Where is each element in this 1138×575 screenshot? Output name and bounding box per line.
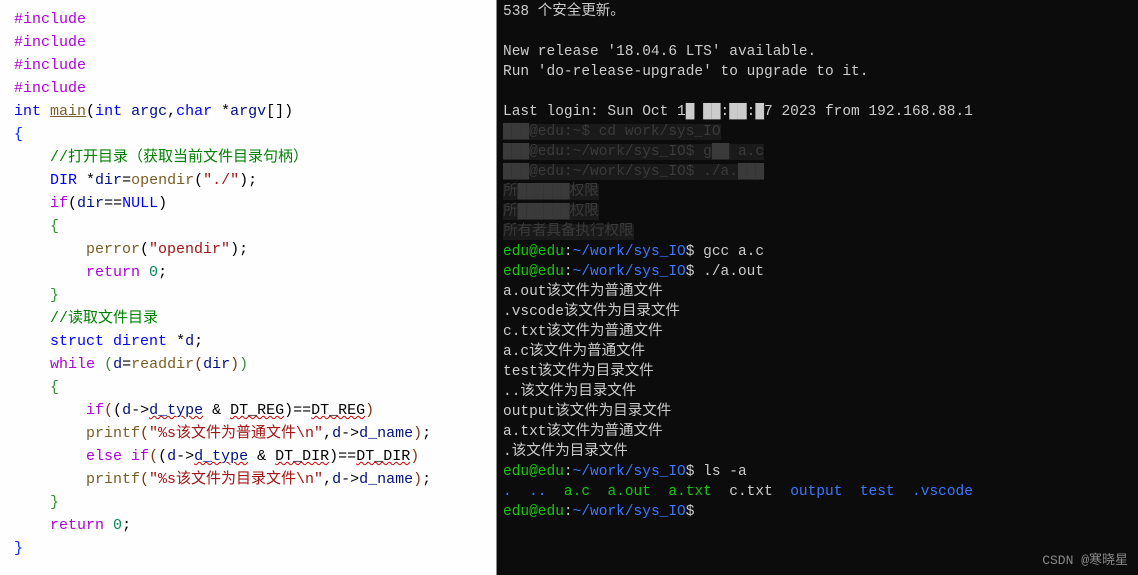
watermark-text: CSDN @寒晓星	[1042, 551, 1128, 571]
terminal-pane[interactable]: 538 个安全更新。 New release '18.04.6 LTS' ava…	[496, 0, 1138, 575]
code-editor-pane[interactable]: #include #include #include #include int …	[0, 0, 496, 575]
